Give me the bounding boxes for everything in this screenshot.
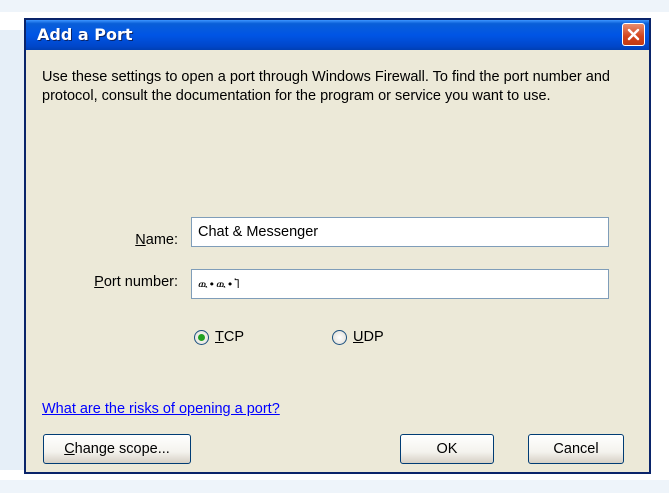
dialog-title: Add a Port <box>37 25 133 44</box>
udp-accesskey: U <box>353 329 364 345</box>
background-band-bottom <box>0 480 669 493</box>
title-bar[interactable]: Add a Port <box>26 20 649 50</box>
tcp-radio[interactable]: TCP <box>194 329 244 345</box>
cancel-button[interactable]: Cancel <box>528 434 624 464</box>
tcp-label: TCP <box>215 329 244 345</box>
change-scope-label: hange scope... <box>74 441 170 457</box>
radio-selected-icon <box>194 329 209 345</box>
add-port-dialog: Add a Port Use these settings to open a … <box>24 18 651 474</box>
udp-label-text: DP <box>363 329 384 345</box>
radio-unselected-icon <box>332 329 347 345</box>
intro-text: Use these settings to open a port throug… <box>42 69 610 104</box>
port-label-text: ort number: <box>103 274 178 290</box>
port-number-input[interactable]: ዉ•ዉ•Ⴈ <box>191 269 609 299</box>
name-label-text: ame: <box>145 232 178 248</box>
change-scope-button[interactable]: Change scope... <box>43 434 191 464</box>
tcp-label-text: CP <box>223 329 245 345</box>
udp-label: UDP <box>353 329 384 345</box>
name-label-accesskey: N <box>135 232 146 248</box>
background-band-left <box>0 30 24 470</box>
port-number-label: Port number: <box>66 274 178 290</box>
close-button[interactable] <box>622 23 645 46</box>
name-label: Name: <box>106 232 178 248</box>
tcp-accesskey: T <box>215 329 224 345</box>
risks-help-link[interactable]: What are the risks of opening a port? <box>42 401 280 417</box>
change-scope-accesskey: C <box>64 441 75 457</box>
udp-radio[interactable]: UDP <box>332 329 384 345</box>
background-band-top <box>0 0 669 12</box>
radio-dot <box>198 333 205 341</box>
port-label-accesskey: P <box>94 274 104 290</box>
ok-button[interactable]: OK <box>400 434 494 464</box>
close-icon <box>627 28 640 41</box>
name-input[interactable]: Chat & Messenger <box>191 217 609 247</box>
